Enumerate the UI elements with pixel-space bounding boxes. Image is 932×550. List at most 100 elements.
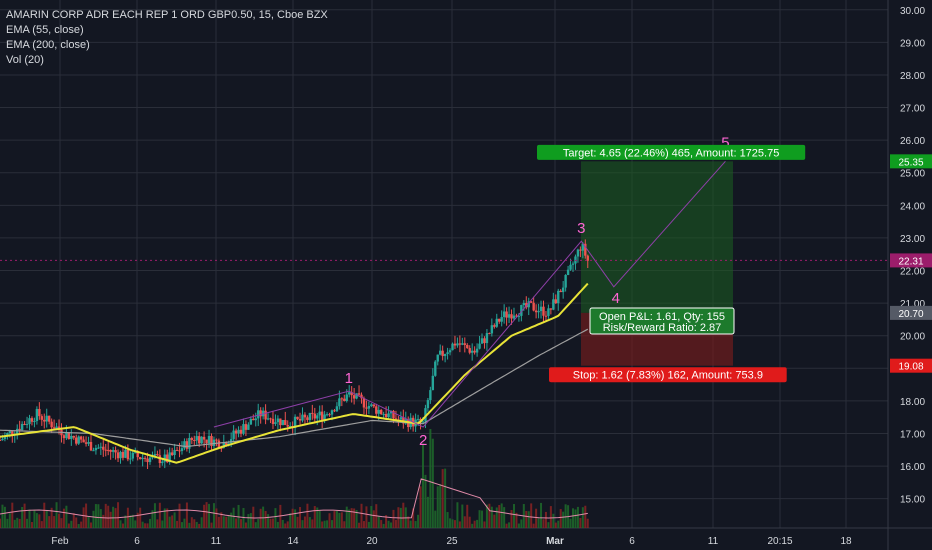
volume-bar — [89, 522, 92, 528]
candle-body — [488, 333, 491, 335]
candle-body — [111, 450, 115, 452]
candle-body — [352, 395, 356, 399]
volume-bar — [510, 510, 513, 528]
volume-bar — [141, 521, 144, 528]
candle-body — [20, 423, 24, 430]
candle-body — [210, 435, 213, 447]
candle-body — [269, 418, 272, 420]
indicator-volume[interactable]: Vol (20) — [6, 53, 328, 68]
candle-body — [502, 311, 506, 318]
candle-body — [505, 311, 508, 318]
volume-bar — [70, 520, 73, 528]
candle-body — [335, 406, 339, 412]
volume-bar — [139, 507, 142, 528]
candle-body — [205, 439, 208, 444]
candle-body — [333, 410, 336, 412]
candle-body — [183, 441, 186, 449]
volume-bar — [134, 520, 137, 528]
volume-bar — [60, 518, 63, 528]
candle-body — [296, 416, 299, 419]
candle-body — [131, 452, 134, 459]
candle-body — [382, 414, 385, 416]
volume-bar — [424, 474, 427, 528]
volume-bar — [572, 508, 575, 528]
stop-label: Stop: 1.62 (7.83%) 162, Amount: 753.9 — [573, 370, 763, 382]
candle-body — [35, 408, 39, 422]
candle-body — [114, 450, 117, 453]
volume-bar — [240, 519, 243, 528]
volume-bar — [439, 484, 442, 528]
volume-bar — [335, 510, 338, 528]
volume-bar — [271, 518, 274, 528]
volume-bar — [466, 504, 469, 528]
candle-body — [33, 421, 36, 423]
volume-bar — [156, 519, 159, 528]
volume-bar — [390, 522, 393, 528]
candle-body — [146, 458, 149, 463]
candle-body — [367, 405, 371, 409]
volume-bar — [476, 519, 479, 528]
candle-body — [490, 325, 494, 334]
candle-body — [55, 426, 58, 429]
y-tick-label: 25.00 — [900, 169, 925, 180]
volume-bar — [540, 502, 543, 528]
candle-body — [50, 421, 53, 428]
candle-body — [448, 350, 452, 353]
candle-body — [510, 314, 513, 319]
volume-bar — [3, 506, 6, 528]
volume-bar — [276, 521, 279, 528]
candle-body — [343, 398, 346, 401]
volume-bar — [198, 523, 201, 528]
candle-body — [426, 400, 430, 409]
volume-bar — [463, 516, 466, 528]
volume-bar — [429, 429, 432, 528]
candle-body — [257, 410, 260, 419]
candle-body — [190, 438, 194, 441]
volume-bar — [8, 513, 11, 528]
volume-bar — [168, 516, 171, 528]
indicator-ema55[interactable]: EMA (55, close) — [6, 23, 328, 38]
candle-body — [254, 418, 257, 421]
y-tick-label: 29.00 — [900, 38, 925, 49]
indicator-ema200[interactable]: EMA (200, close) — [6, 38, 328, 53]
candle-body — [534, 310, 538, 313]
candle-body — [138, 457, 142, 460]
volume-bar — [244, 522, 247, 528]
volume-bar — [367, 521, 370, 528]
volume-bar — [77, 523, 80, 528]
wave-label-2: 2 — [419, 432, 427, 449]
volume-bar — [180, 522, 183, 528]
candle-body — [569, 264, 572, 270]
volume-bar — [535, 508, 538, 528]
volume-bar — [215, 508, 218, 528]
volume-bar — [13, 519, 16, 528]
price-marker-label: 22.31 — [898, 256, 923, 267]
volume-bar — [554, 522, 557, 528]
volume-bar — [281, 519, 284, 528]
candle-body — [62, 435, 66, 439]
candle-body — [544, 315, 548, 317]
target-zone[interactable] — [581, 161, 733, 313]
candle-body — [173, 449, 176, 456]
candle-body — [325, 414, 329, 416]
candle-body — [195, 436, 198, 441]
volume-bar — [380, 520, 383, 528]
candle-body — [313, 413, 316, 419]
candle-body — [357, 393, 361, 395]
candle-body — [338, 398, 341, 407]
x-tick-label: 11 — [211, 536, 222, 547]
candle-body — [301, 414, 304, 421]
candle-body — [372, 404, 376, 407]
candle-body — [92, 450, 95, 452]
y-tick-label: 18.00 — [900, 397, 925, 408]
volume-bar — [121, 523, 124, 528]
chart-background — [0, 0, 932, 550]
volume-bar — [478, 510, 481, 528]
volume-bar — [402, 502, 405, 528]
volume-bar — [62, 508, 65, 528]
chart-area[interactable]: 15.0016.0017.0018.0019.0020.0021.0022.00… — [0, 0, 932, 550]
volume-bar — [517, 523, 520, 528]
volume-bar — [370, 506, 373, 528]
candle-body — [124, 449, 127, 458]
price-chart[interactable]: 15.0016.0017.0018.0019.0020.0021.0022.00… — [0, 0, 932, 550]
